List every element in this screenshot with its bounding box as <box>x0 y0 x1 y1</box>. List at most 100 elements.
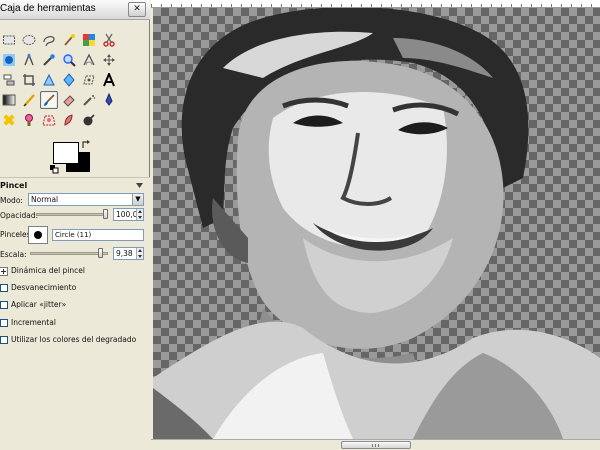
tool-options-title: Pincel <box>0 181 28 190</box>
opacity-slider-handle[interactable] <box>103 209 108 219</box>
paths-icon <box>24 53 34 66</box>
foreground-select-tool[interactable] <box>0 51 18 69</box>
image-window <box>151 0 600 450</box>
mode-value: Normal <box>31 195 59 204</box>
toolbox-titlebar[interactable]: Caja de herramientas ✕ <box>0 0 150 20</box>
airbrush-tool[interactable] <box>80 91 98 109</box>
color-picker-tool[interactable] <box>40 51 58 69</box>
eraser-tool[interactable] <box>60 91 78 109</box>
blend-icon <box>2 94 16 106</box>
opacity-slider[interactable] <box>36 213 108 216</box>
opacity-label: Opacidad: <box>0 211 39 220</box>
scale-spin[interactable]: 9,38 <box>113 247 144 260</box>
brush-dot-icon <box>34 231 42 239</box>
zoom-icon <box>63 54 76 67</box>
brush-value: Circle (11) <box>55 231 92 239</box>
chevron-down-icon[interactable]: ▼ <box>132 194 143 205</box>
incremental-checkbox[interactable] <box>0 319 8 327</box>
fuzzy-select-icon <box>64 34 75 46</box>
rotate-icon <box>43 73 55 86</box>
incremental-checkbox-row[interactable]: Incremental <box>0 318 140 329</box>
free-select-tool[interactable] <box>40 31 58 49</box>
dodge-burn-icon <box>83 114 95 126</box>
mode-select[interactable]: Normal ▼ <box>28 193 144 206</box>
fuzzy-select-tool[interactable] <box>60 31 78 49</box>
clone-tool[interactable] <box>20 111 38 129</box>
fade-label: Desvanecimiento <box>11 283 77 292</box>
gradient-colors-label: Utilizar los colores del degradado <box>11 335 137 344</box>
jitter-checkbox[interactable] <box>0 301 8 309</box>
perspective-clone-tool[interactable] <box>40 111 58 129</box>
jitter-checkbox-row[interactable]: Aplicar «jitter» <box>0 300 140 311</box>
eraser-icon <box>63 95 75 107</box>
horizontal-ruler[interactable] <box>151 0 600 8</box>
foreground-color-swatch[interactable] <box>53 142 79 164</box>
jitter-label: Aplicar «jitter» <box>11 300 67 309</box>
smudge-icon <box>64 114 73 126</box>
portrait-image <box>153 8 600 439</box>
heal-tool[interactable] <box>0 111 18 129</box>
color-picker-icon <box>43 54 55 66</box>
measure-tool[interactable] <box>80 51 98 69</box>
foreground-select-icon <box>3 54 15 66</box>
crop-icon <box>23 74 35 86</box>
fade-checkbox[interactable] <box>0 284 8 292</box>
dodge-burn-tool[interactable] <box>80 111 98 129</box>
scale-tool[interactable] <box>60 71 78 89</box>
smudge-tool[interactable] <box>60 111 78 129</box>
paintbrush-icon <box>44 94 55 106</box>
ink-tool[interactable] <box>100 91 118 109</box>
scale-slider-handle[interactable] <box>98 248 104 258</box>
blend-tool[interactable] <box>0 91 18 109</box>
measure-icon <box>83 53 95 66</box>
scrollbar-thumb[interactable] <box>341 441 411 449</box>
airbrush-icon <box>83 95 96 106</box>
close-button[interactable]: ✕ <box>128 2 146 17</box>
gradient-colors-checkbox[interactable] <box>0 336 8 344</box>
scale-value: 9,38 <box>116 249 133 258</box>
rotate-tool[interactable] <box>40 71 58 89</box>
text-tool[interactable] <box>100 71 118 89</box>
color-select-icon <box>83 34 95 46</box>
scale-slider[interactable] <box>30 252 108 255</box>
paintbrush-tool[interactable] <box>40 91 58 109</box>
scissors-select-icon <box>103 33 115 47</box>
rect-select-icon <box>3 35 15 45</box>
toolbox-window: Caja de herramientas ✕ Pincel Modo: Norm… <box>0 0 150 450</box>
scissors-select-tool[interactable] <box>100 31 118 49</box>
horizontal-scrollbar[interactable] <box>151 439 600 450</box>
color-select-tool[interactable] <box>80 31 98 49</box>
expander-icon[interactable] <box>0 267 8 276</box>
crop-tool[interactable] <box>20 71 38 89</box>
pencil-tool[interactable] <box>20 91 38 109</box>
swap-colors-icon[interactable] <box>81 140 91 150</box>
brush-preview[interactable] <box>28 226 48 244</box>
panel-menu-icon[interactable] <box>135 181 144 190</box>
brush-name-field[interactable]: Circle (11) <box>52 229 144 241</box>
free-select-icon <box>43 35 55 47</box>
perspective-clone-icon <box>42 115 56 126</box>
gradient-colors-checkbox-row[interactable]: Utilizar los colores del degradado <box>0 335 148 346</box>
opacity-spin[interactable]: 100,0 <box>113 208 144 221</box>
brush-dynamics-expander[interactable]: Dinámica del pincel <box>0 266 140 277</box>
paths-tool[interactable] <box>20 51 38 69</box>
ellipse-select-tool[interactable] <box>20 31 38 49</box>
shear-tool[interactable] <box>80 71 98 89</box>
image-canvas[interactable] <box>153 8 600 439</box>
move-tool[interactable] <box>100 51 118 69</box>
align-icon <box>3 74 15 86</box>
zoom-tool[interactable] <box>60 51 78 69</box>
tool-options-panel: Pincel Modo: Normal ▼ Opacidad: 100,0 Pi… <box>0 177 150 450</box>
opacity-spin-buttons[interactable] <box>136 209 143 220</box>
align-tool[interactable] <box>0 71 18 89</box>
fade-checkbox-row[interactable]: Desvanecimiento <box>0 283 140 294</box>
scale-label: Escala: <box>0 250 27 259</box>
reset-colors-icon[interactable] <box>50 165 59 174</box>
scale-spin-buttons[interactable] <box>136 248 143 259</box>
rect-select-tool[interactable] <box>0 31 18 49</box>
incremental-label: Incremental <box>11 318 56 327</box>
color-swatches <box>50 140 94 174</box>
ellipse-select-icon <box>22 35 36 45</box>
text-icon <box>103 73 115 87</box>
shear-icon <box>83 75 95 85</box>
